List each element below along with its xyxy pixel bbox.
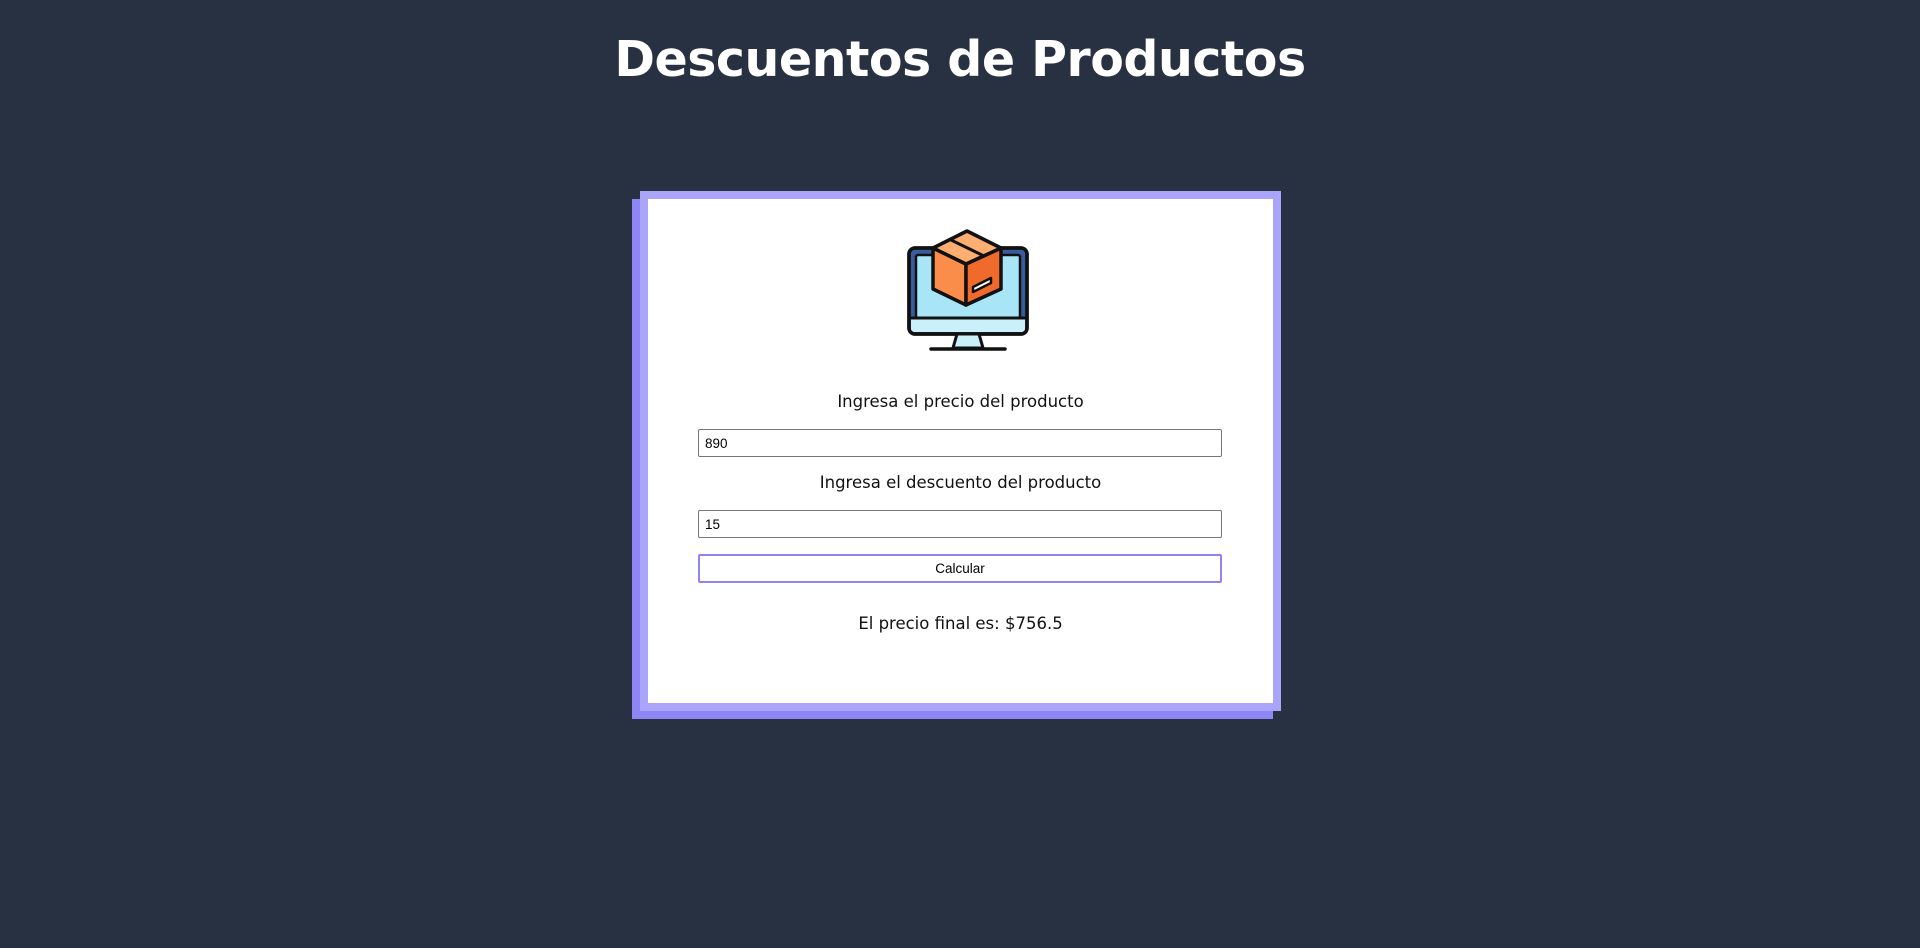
discount-card: Ingresa el precio del producto Ingresa e… [640, 191, 1281, 711]
price-input[interactable] [698, 429, 1222, 457]
product-box-monitor-icon [907, 229, 1029, 351]
discount-label: Ingresa el descuento del producto [819, 473, 1102, 492]
discount-input[interactable] [698, 510, 1222, 538]
card-content: Ingresa el precio del producto Ingresa e… [648, 199, 1273, 703]
final-price-result: El precio final es: $756.5 [858, 614, 1063, 633]
calculate-button[interactable]: Calcular [698, 554, 1222, 583]
price-label: Ingresa el precio del producto [837, 392, 1084, 411]
page-title: Descuentos de Productos [614, 31, 1306, 88]
